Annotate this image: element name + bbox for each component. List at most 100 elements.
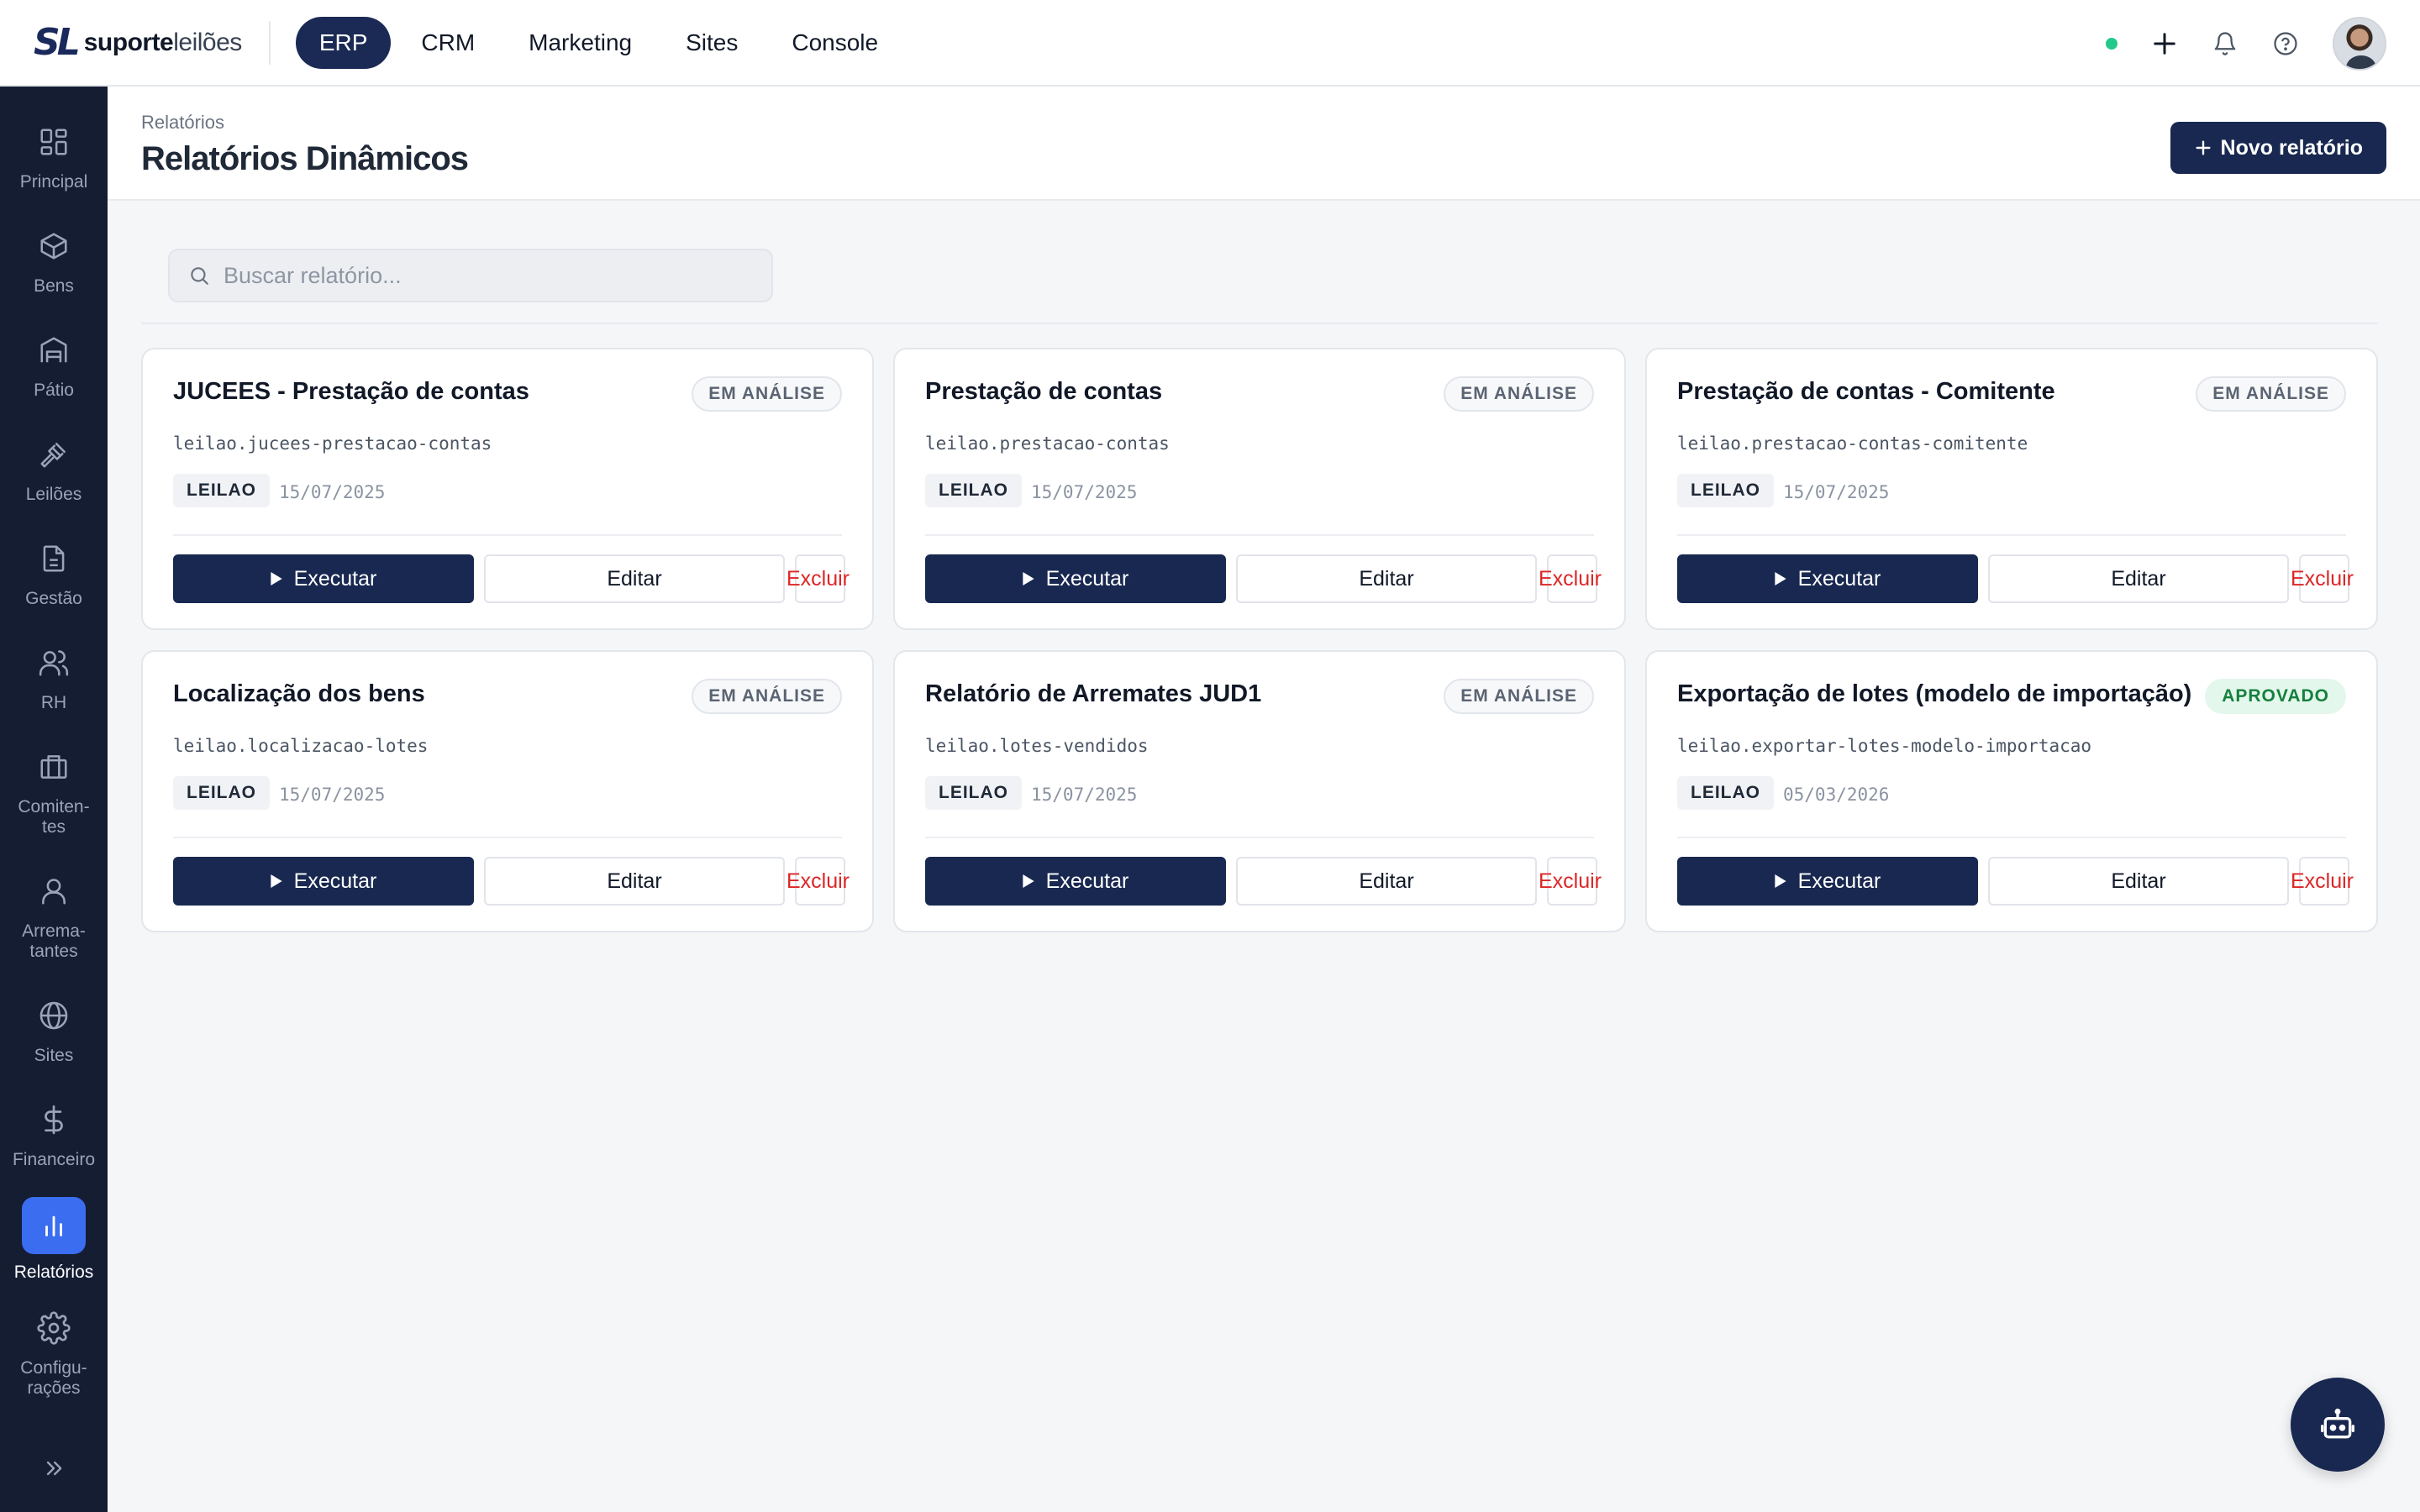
card-divider — [1677, 534, 2346, 536]
report-title: Prestação de contas - Comitente — [1677, 378, 2055, 405]
edit-button[interactable]: Editar — [1236, 554, 1537, 603]
sidebar-item-arrematantes[interactable]: Arrema- tantes — [0, 873, 108, 962]
sidebar-item-relatorios[interactable]: Relatórios — [0, 1197, 108, 1283]
run-button[interactable]: Executar — [1677, 857, 1978, 906]
avatar[interactable] — [2333, 16, 2386, 71]
new-report-label: Novo relatório — [2220, 135, 2363, 160]
sidebar-item-label: RH — [40, 693, 67, 712]
bell-icon[interactable] — [2212, 30, 2238, 57]
sidebar-item-leiloes[interactable]: Leilões — [0, 436, 108, 505]
sidebar-item-comitentes[interactable]: Comiten- tes — [0, 748, 108, 837]
gavel-icon — [35, 436, 72, 473]
report-code: leilao.localizacao-lotes — [173, 736, 429, 756]
top-bar: SL suporteleilões ERP CRM Marketing Site… — [0, 0, 2420, 87]
edit-button[interactable]: Editar — [1988, 857, 2289, 906]
run-button[interactable]: Executar — [925, 554, 1226, 603]
assistant-bot-button[interactable] — [2291, 1378, 2385, 1472]
report-date: 15/07/2025 — [1031, 482, 1138, 502]
sidebar-item-label: Financeiro — [12, 1150, 96, 1169]
sidebar-item-patio[interactable]: Pátio — [0, 332, 108, 401]
run-button[interactable]: Executar — [925, 857, 1226, 906]
search-input[interactable] — [224, 262, 761, 289]
edit-button[interactable]: Editar — [484, 554, 785, 603]
report-code: leilao.exportar-lotes-modelo-importacao — [1677, 736, 2092, 756]
sidebar-item-rh[interactable]: RH — [0, 644, 108, 713]
card-divider — [173, 534, 842, 536]
delete-label: Excluir — [1539, 869, 1602, 893]
edit-button[interactable]: Editar — [1988, 554, 2289, 603]
status-badge: EM ANÁLISE — [2196, 376, 2346, 412]
sidebar-item-label: Principal — [19, 172, 88, 192]
new-report-button[interactable]: Novo relatório — [2170, 122, 2386, 174]
report-card: Relatório de Arremates JUD1 EM ANÁLISE l… — [893, 650, 1626, 932]
report-title: Relatório de Arremates JUD1 — [925, 680, 1262, 707]
brand-logo[interactable]: SL suporteleilões — [34, 18, 242, 68]
run-label: Executar — [1797, 869, 1881, 893]
module-tab-marketing[interactable]: Marketing — [505, 17, 655, 69]
status-badge: APROVADO — [2205, 679, 2346, 714]
gear-icon — [35, 1310, 72, 1347]
run-label: Executar — [293, 869, 377, 893]
report-tag: LEILAO — [1677, 776, 1774, 810]
logo-mark: SL — [34, 21, 81, 64]
sidebar-item-bens[interactable]: Bens — [0, 228, 108, 297]
report-code: leilao.prestacao-contas — [925, 433, 1170, 454]
users-icon — [35, 644, 72, 681]
logo-text: suporteleilões — [83, 28, 243, 56]
search-icon — [191, 267, 208, 285]
section-divider — [141, 323, 2378, 324]
play-icon — [270, 572, 282, 585]
report-date: 15/07/2025 — [279, 785, 386, 805]
module-tab-console[interactable]: Console — [768, 17, 902, 69]
module-tab-sites[interactable]: Sites — [662, 17, 761, 69]
report-tag: LEILAO — [925, 474, 1022, 507]
delete-button[interactable]: Excluir — [2291, 857, 2354, 906]
breadcrumb[interactable]: Relatórios — [141, 112, 224, 134]
report-title: Prestação de contas — [925, 378, 1163, 405]
briefcase-icon — [35, 748, 72, 785]
report-code: leilao.lotes-vendidos — [925, 736, 1149, 756]
report-title: JUCEES - Prestação de contas — [173, 378, 529, 405]
status-badge: EM ANÁLISE — [1444, 376, 1594, 412]
delete-button[interactable]: Excluir — [786, 857, 850, 906]
edit-button[interactable]: Editar — [484, 857, 785, 906]
delete-button[interactable]: Excluir — [1539, 554, 1602, 603]
report-card: Exportação de lotes (modelo de importaçã… — [1645, 650, 2378, 932]
delete-label: Excluir — [2291, 566, 2354, 591]
delete-button[interactable]: Excluir — [1539, 857, 1602, 906]
module-tab-crm[interactable]: CRM — [397, 17, 498, 69]
bar-chart-icon — [22, 1197, 86, 1254]
report-date: 15/07/2025 — [1783, 482, 1890, 502]
chevrons-right-icon[interactable] — [37, 1452, 71, 1485]
sidebar-item-label: Comiten- tes — [18, 797, 90, 837]
top-divider — [268, 20, 271, 65]
sidebar-item-principal[interactable]: Principal — [0, 123, 108, 192]
plus-icon[interactable] — [2151, 30, 2178, 57]
sidebar-item-configuracoes[interactable]: Configu- rações — [0, 1310, 108, 1399]
status-badge: EM ANÁLISE — [692, 376, 842, 412]
delete-label: Excluir — [2291, 869, 2354, 893]
module-tab-erp[interactable]: ERP — [295, 16, 392, 69]
edit-button[interactable]: Editar — [1236, 857, 1537, 906]
globe-icon — [35, 997, 72, 1034]
run-button[interactable]: Executar — [173, 554, 474, 603]
run-label: Executar — [1045, 869, 1129, 893]
report-card: Prestação de contas EM ANÁLISE leilao.pr… — [893, 348, 1626, 630]
sidebar-item-gestao[interactable]: Gestão — [0, 540, 108, 609]
page-header: Relatórios Relatórios Dinâmicos Novo rel… — [108, 87, 2420, 201]
sidebar-item-sites[interactable]: Sites — [0, 997, 108, 1066]
play-icon — [1022, 874, 1034, 888]
search-box — [168, 249, 773, 302]
status-online-dot — [2106, 37, 2118, 50]
sidebar-item-financeiro[interactable]: Financeiro — [0, 1101, 108, 1170]
run-button[interactable]: Executar — [1677, 554, 1978, 603]
delete-button[interactable]: Excluir — [786, 554, 850, 603]
help-icon[interactable] — [2272, 30, 2299, 57]
delete-button[interactable]: Excluir — [2291, 554, 2354, 603]
status-badge: EM ANÁLISE — [692, 679, 842, 714]
sidebar-item-label: Arrema- tantes — [22, 921, 86, 961]
run-button[interactable]: Executar — [173, 857, 474, 906]
report-date: 15/07/2025 — [279, 482, 386, 502]
delete-label: Excluir — [786, 566, 850, 591]
report-card: JUCEES - Prestação de contas EM ANÁLISE … — [141, 348, 874, 630]
